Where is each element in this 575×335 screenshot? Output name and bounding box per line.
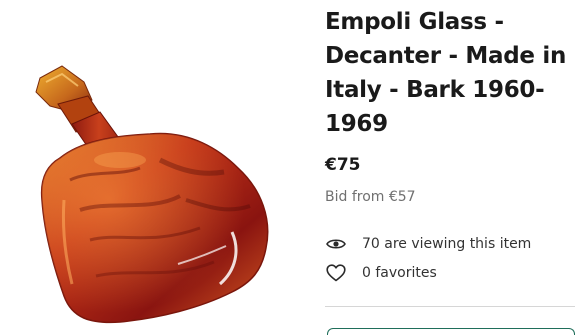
product-info-panel: Empoli Glass - Decanter - Made in Italy … — [325, 0, 575, 335]
viewing-count-label: 70 are viewing this item — [362, 236, 532, 252]
product-title: Empoli Glass - Decanter - Made in Italy … — [325, 9, 567, 137]
bid-from-text: Bid from €57 — [325, 189, 416, 205]
viewing-count: 70 are viewing this item — [325, 233, 531, 255]
product-image[interactable] — [0, 0, 300, 335]
product-price: €75 — [325, 155, 361, 175]
bid-button[interactable] — [327, 328, 575, 335]
divider — [325, 306, 575, 307]
heart-icon[interactable] — [325, 262, 347, 284]
favorites-count[interactable]: 0 favorites — [325, 262, 437, 284]
favorites-count-label: 0 favorites — [362, 265, 437, 281]
eye-icon — [325, 233, 347, 255]
